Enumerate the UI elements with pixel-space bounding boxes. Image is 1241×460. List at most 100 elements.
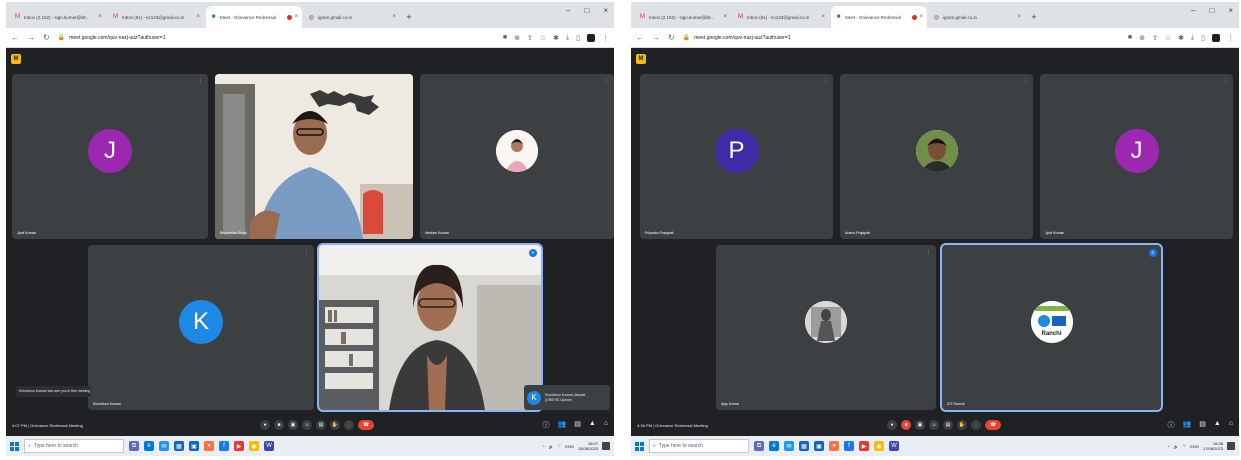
wifi-icon[interactable]: ⌔	[1183, 443, 1187, 449]
present-icon[interactable]: ▤	[316, 420, 326, 430]
participant-tile-speaking[interactable]: Ranchi ≡ ICT Ranchi	[940, 243, 1163, 412]
word-icon[interactable]: W	[889, 441, 899, 451]
store-icon[interactable]: ▦	[799, 441, 809, 451]
share-icon[interactable]: ⇪	[527, 34, 533, 42]
firefox-icon[interactable]: ●	[204, 441, 214, 451]
menu-icon[interactable]: ⋮	[602, 34, 609, 42]
participant-video-tile-speaking[interactable]: ≡	[317, 243, 543, 412]
more-options-icon[interactable]: ⋮	[344, 420, 354, 430]
close-icon[interactable]: ×	[392, 14, 396, 20]
taskbar-search[interactable]: ⌕ Type here to search	[24, 439, 124, 453]
hangup-button[interactable]: ☎	[358, 420, 374, 430]
app-icon[interactable]: ▣	[814, 441, 824, 451]
star-icon[interactable]: ☆	[1165, 34, 1171, 42]
participant-tile[interactable]: P ⋮ Priyanka Prajapati	[640, 74, 833, 239]
people-icon[interactable]: 👥	[1182, 420, 1191, 430]
browser-tab[interactable]: M Inbox (2,152) - sign.kumar@iitr... ×	[10, 6, 106, 28]
facebook-icon[interactable]: f	[844, 441, 854, 451]
windows-start-icon[interactable]	[635, 441, 644, 451]
edge-icon[interactable]: e	[144, 441, 154, 451]
share-icon[interactable]: ⇪	[1152, 34, 1158, 42]
tray-up-icon[interactable]: ^	[543, 444, 545, 449]
zoom-icon[interactable]: ⊕	[514, 34, 520, 42]
wifi-icon[interactable]: ⌔	[558, 443, 562, 449]
participant-video-tile[interactable]: Bhupendar Singh	[215, 74, 413, 239]
forward-icon[interactable]: →	[652, 33, 660, 42]
notification-icon[interactable]	[1227, 442, 1235, 450]
reactions-icon[interactable]: ☺	[302, 420, 312, 430]
app-icon[interactable]: ▣	[189, 441, 199, 451]
word-icon[interactable]: W	[264, 441, 274, 451]
browser-tab-active[interactable]: ■ Meet - Grievance Redressal ×	[206, 6, 302, 28]
mail-icon[interactable]: ✉	[784, 441, 794, 451]
more-icon[interactable]: ⋮	[604, 78, 609, 84]
youtube-icon[interactable]: ▶	[859, 441, 869, 451]
close-icon[interactable]: ×	[919, 14, 923, 20]
close-icon[interactable]: ×	[196, 14, 200, 20]
extensions-icon[interactable]: ✱	[1178, 34, 1184, 42]
chrome-icon[interactable]: ◉	[874, 441, 884, 451]
task-view-icon[interactable]: ⧉	[754, 441, 764, 451]
hangup-button[interactable]: ☎	[985, 420, 1001, 430]
profile-avatar[interactable]	[1212, 33, 1220, 42]
participant-tile[interactable]: ⋮ Neelam Kumari	[420, 74, 614, 239]
mic-icon[interactable]: ●	[260, 420, 270, 430]
language-icon[interactable]: ENG	[565, 444, 574, 449]
sidebar-icon[interactable]: ▯	[576, 34, 580, 42]
url-field[interactable]: 🔒 meet.google.com/quv-nazj-uuz?authuser=1	[58, 31, 495, 45]
raise-hand-icon[interactable]: ✋	[957, 420, 967, 430]
back-icon[interactable]: ←	[636, 33, 644, 42]
browser-tab[interactable]: M Inbox (61) - kc123@gmail.co.in ×	[733, 6, 829, 28]
extensions-icon[interactable]: ✱	[553, 34, 559, 42]
minimize-icon[interactable]: –	[566, 6, 570, 15]
camera-icon[interactable]: ■	[274, 420, 284, 430]
browser-tab[interactable]: M Inbox (61) - kc123@gmail.co.in ×	[108, 6, 204, 28]
close-icon[interactable]: ×	[98, 14, 102, 20]
close-icon[interactable]: ×	[294, 14, 298, 20]
close-window-icon[interactable]: ×	[603, 6, 608, 15]
more-options-icon[interactable]: ⋮	[971, 420, 981, 430]
chrome-icon[interactable]: ◉	[249, 441, 259, 451]
task-view-icon[interactable]: ⧉	[129, 441, 139, 451]
download-icon[interactable]: ⤓	[1191, 34, 1194, 42]
maximize-icon[interactable]: □	[584, 6, 589, 15]
chat-icon[interactable]: ▤	[1199, 420, 1206, 430]
info-icon[interactable]: ⓘ	[542, 420, 549, 430]
more-icon[interactable]: ⋮	[1223, 78, 1228, 84]
sidebar-icon[interactable]: ▯	[1201, 34, 1205, 42]
participant-tile[interactable]: K ⋮ Khushboo Kumari	[88, 245, 314, 410]
facebook-icon[interactable]: f	[219, 441, 229, 451]
participant-tile[interactable]: J ⋮ Jyoti Kumari	[12, 74, 208, 239]
mic-icon[interactable]: ●	[887, 420, 897, 430]
close-icon[interactable]: ×	[1017, 14, 1021, 20]
reload-icon[interactable]: ↻	[43, 33, 50, 42]
notification-icon[interactable]	[602, 442, 610, 450]
back-icon[interactable]: ←	[11, 33, 19, 42]
browser-tab[interactable]: ◎ igram.gmail.co.in ×	[929, 6, 1025, 28]
menu-icon[interactable]: ⋮	[1227, 34, 1234, 42]
reactions-icon[interactable]: ☺	[929, 420, 939, 430]
participant-tile[interactable]: J ⋮ Jyoti Kumari	[1040, 74, 1233, 239]
volume-icon[interactable]: 🔈	[1174, 444, 1179, 449]
activities-icon[interactable]: ▲	[589, 420, 596, 430]
captions-icon[interactable]: ▣	[915, 420, 925, 430]
participant-tile[interactable]: ⋮ Ajay Kumar	[716, 245, 936, 410]
more-icon[interactable]: ⋮	[926, 249, 931, 255]
firefox-icon[interactable]: ●	[829, 441, 839, 451]
close-icon[interactable]: ×	[821, 14, 825, 20]
forward-icon[interactable]: →	[27, 33, 35, 42]
browser-tab[interactable]: ◎ igram.gmail.co.in ×	[304, 6, 400, 28]
more-icon[interactable]: ⋮	[304, 249, 309, 255]
youtube-icon[interactable]: ▶	[234, 441, 244, 451]
store-icon[interactable]: ▦	[174, 441, 184, 451]
maximize-icon[interactable]: □	[1209, 6, 1214, 15]
windows-start-icon[interactable]	[10, 441, 19, 451]
taskbar-search[interactable]: ⌕ Type here to search	[649, 439, 749, 453]
captions-icon[interactable]: ▣	[288, 420, 298, 430]
taskbar-clock[interactable]: 16:07 15/08/2023	[578, 441, 598, 451]
camera-icon[interactable]: ■	[1128, 34, 1132, 42]
zoom-icon[interactable]: ⊕	[1139, 34, 1145, 42]
lock-icon[interactable]: ⌂	[604, 420, 608, 430]
lock-icon[interactable]: ⌂	[1229, 420, 1233, 430]
close-icon[interactable]: ×	[723, 14, 727, 20]
